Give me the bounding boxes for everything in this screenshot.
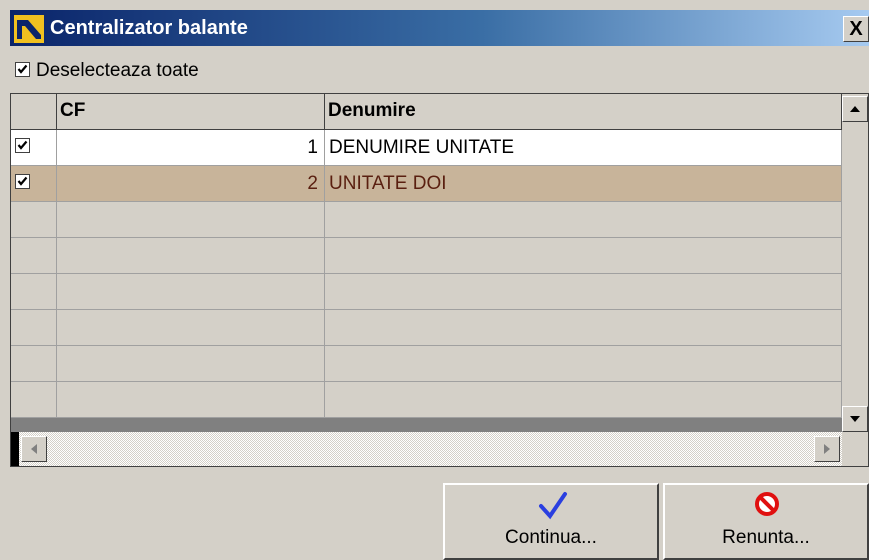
window-title: Centralizator balante <box>50 17 248 39</box>
empty-row <box>11 346 842 382</box>
arrow-left-icon <box>31 444 37 454</box>
deselect-all-checkbox[interactable]: Deselecteaza toate <box>15 60 199 82</box>
checkbox-checked-icon[interactable] <box>15 174 30 189</box>
scroll-left-button[interactable] <box>21 436 47 462</box>
close-button[interactable]: X <box>843 16 869 42</box>
checkbox-checked-icon[interactable] <box>15 62 30 77</box>
scroll-down-button[interactable] <box>842 406 868 432</box>
column-header-cf[interactable]: CF <box>57 94 325 130</box>
checkmark-icon <box>539 492 567 520</box>
app-logo-icon <box>14 15 44 43</box>
no-entry-icon <box>755 492 779 516</box>
column-header-denumire[interactable]: Denumire <box>325 94 842 130</box>
empty-row <box>11 202 842 238</box>
arrow-up-icon <box>850 106 860 112</box>
arrow-right-icon <box>824 444 830 454</box>
header-indicator-column <box>11 94 57 130</box>
checkbox-checked-icon[interactable] <box>15 138 30 153</box>
cf-cell: 1 <box>57 130 325 166</box>
empty-row <box>11 238 842 274</box>
table-row-selected[interactable]: 2 UNITATE DOI <box>11 166 842 202</box>
cancel-button-label: Renunta... <box>722 527 810 548</box>
row-checkbox-cell[interactable] <box>11 166 57 202</box>
vertical-scrollbar[interactable] <box>842 94 868 434</box>
horizontal-scrollbar[interactable] <box>11 432 842 466</box>
cf-cell: 2 <box>57 166 325 202</box>
empty-row <box>11 310 842 346</box>
denumire-cell: DENUMIRE UNITATE <box>325 130 842 166</box>
scrollbar-corner <box>842 432 868 466</box>
scrollbar-thumb[interactable] <box>11 432 19 466</box>
companies-grid: CF Denumire 1 DENUMIRE UNITATE 2 UNITATE… <box>10 93 869 467</box>
table-row[interactable]: 1 DENUMIRE UNITATE <box>11 130 842 166</box>
row-checkbox-cell[interactable] <box>11 130 57 166</box>
close-icon: X <box>849 18 863 40</box>
cancel-button[interactable]: Renunta... <box>663 483 869 560</box>
continue-button-label: Continua... <box>505 527 597 548</box>
scroll-right-button[interactable] <box>814 436 840 462</box>
arrow-down-icon <box>850 416 860 422</box>
denumire-cell: UNITATE DOI <box>325 166 842 202</box>
continue-button[interactable]: Continua... <box>443 483 659 560</box>
empty-row <box>11 274 842 310</box>
window-title-bar: Centralizator balante X <box>10 10 869 46</box>
empty-row <box>11 382 842 418</box>
scroll-up-button[interactable] <box>842 96 868 122</box>
deselect-all-label: Deselecteaza toate <box>36 60 199 81</box>
